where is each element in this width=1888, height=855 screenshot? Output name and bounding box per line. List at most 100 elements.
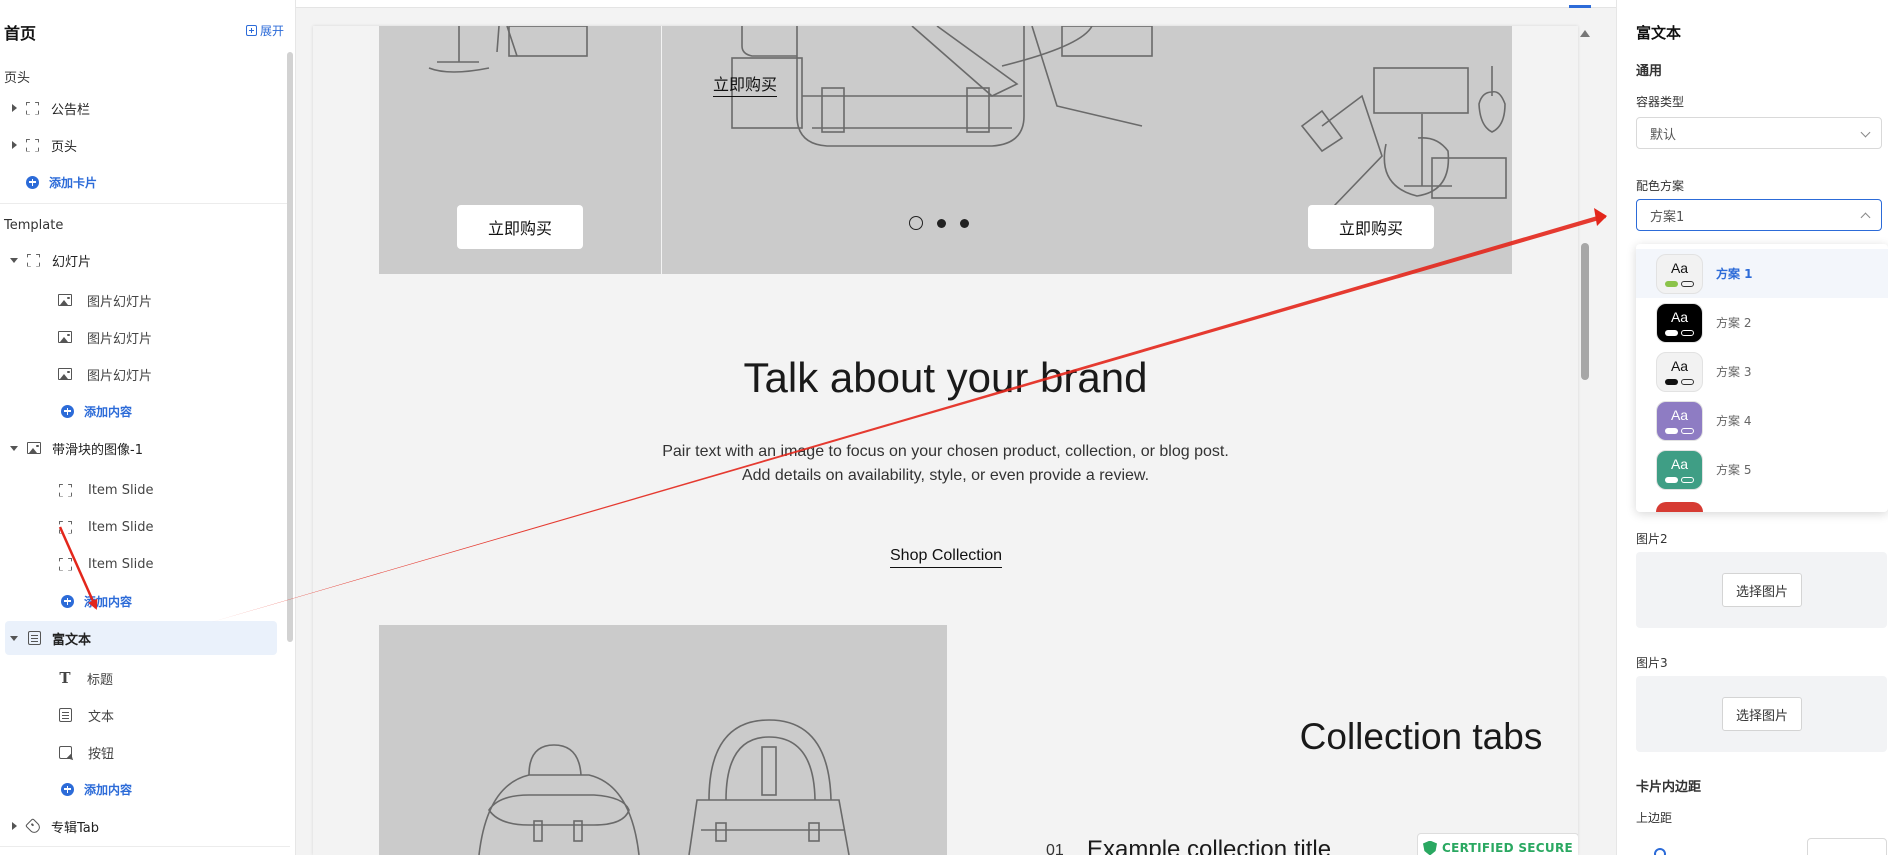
swatch-pill — [1665, 427, 1678, 434]
scheme-swatch: Aa — [1656, 449, 1703, 490]
swatch-pill — [1665, 329, 1678, 336]
caret-down-icon[interactable] — [10, 445, 18, 451]
add-card-label: 添加卡片 — [49, 175, 98, 190]
tree-item-item-slide[interactable]: Item Slide — [0, 474, 280, 506]
tree-item-label: Item Slide — [88, 556, 154, 572]
scheme-option-4[interactable]: Aa 方案 4 — [1636, 396, 1888, 445]
layers-sidebar: 首页 展开 页头 公告栏 页头 添加卡片 Template 幻灯片 图片幻灯片 … — [0, 0, 296, 855]
caret-right-icon[interactable] — [12, 104, 17, 112]
heading-icon: T — [59, 669, 71, 687]
section-frame-icon — [59, 521, 72, 534]
scheme-swatch: Aa — [1656, 400, 1703, 441]
certified-secure-label: CERTIFIED SECURE — [1442, 841, 1573, 855]
add-content-button[interactable]: 添加内容 — [0, 773, 280, 805]
tree-item-label: 标题 — [87, 672, 114, 688]
image-icon — [58, 368, 72, 380]
certified-secure-badge: CERTIFIED SECURE — [1417, 833, 1578, 855]
container-type-select[interactable]: 默认 — [1636, 117, 1882, 149]
slide-dot-active[interactable] — [909, 216, 923, 230]
tree-item-announcement-bar[interactable]: 公告栏 — [0, 92, 280, 124]
swatch-aa-text: Aa — [1670, 357, 1689, 374]
tree-item-label: 页头 — [51, 139, 78, 155]
scheme-option-5[interactable]: Aa 方案 5 — [1636, 445, 1888, 494]
tree-item-item-slide[interactable]: Item Slide — [0, 511, 280, 543]
caret-down-icon[interactable] — [10, 257, 18, 263]
swatch-pill-outline — [1681, 378, 1694, 385]
top-padding-slider-handle[interactable] — [1654, 848, 1666, 855]
chevron-up-icon — [1860, 212, 1871, 223]
tree-item-image-slide[interactable]: 图片幻灯片 — [0, 284, 280, 316]
brand-text-line1: Pair text with an image to focus on your… — [662, 443, 1229, 460]
text-icon — [59, 708, 72, 722]
tree-item-slideshow[interactable]: 幻灯片 — [0, 244, 280, 276]
scheme-option-1[interactable]: Aa 方案 1 — [1636, 249, 1888, 298]
plus-circle-icon — [61, 404, 74, 418]
tree-item-image-slider[interactable]: 带滑块的图像-1 — [0, 432, 280, 464]
tree-item-collection-tab[interactable]: 专辑Tab — [0, 810, 280, 842]
expand-button[interactable]: 展开 — [246, 22, 284, 39]
tree-item-label: 公告栏 — [51, 102, 91, 118]
slide-dot[interactable] — [937, 218, 946, 228]
swatch-aa-text: Aa — [1670, 455, 1689, 472]
swatch-pill — [1665, 476, 1678, 483]
scheme-option-label: 方案 5 — [1716, 463, 1752, 477]
expand-label: 展开 — [260, 24, 285, 38]
add-content-label: 添加内容 — [84, 594, 133, 609]
tree-item-text[interactable]: 文本 — [0, 699, 280, 731]
choose-image2-button[interactable]: 选择图片 — [1722, 573, 1802, 607]
choose-image3-button[interactable]: 选择图片 — [1722, 697, 1802, 731]
caret-down-icon[interactable] — [10, 635, 18, 641]
collection-item-title[interactable]: Example collection title — [1087, 836, 1331, 855]
shop-collection-link[interactable]: Shop Collection — [890, 547, 1003, 568]
slide-buy-button-left[interactable]: 立即购买 — [457, 205, 583, 249]
scheme-swatch: Aa — [1656, 351, 1703, 392]
image2-label: 图片2 — [1636, 532, 1668, 546]
caret-right-icon[interactable] — [12, 141, 17, 149]
collection-image — [379, 625, 947, 855]
tree-item-image-slide[interactable]: 图片幻灯片 — [0, 358, 280, 390]
scheme-option-2[interactable]: Aa 方案 2 — [1636, 298, 1888, 347]
slide-pagination — [909, 216, 969, 230]
preview-toolbar — [296, 0, 1616, 8]
sidebar-scrollbar[interactable] — [287, 52, 293, 642]
panel-general-heading: 通用 — [1636, 64, 1663, 79]
tree-item-button[interactable]: 按钮 — [0, 736, 280, 768]
brand-text-line2: Add details on availability, style, or e… — [741, 467, 1150, 484]
swatch-aa-text: Aa — [1670, 406, 1689, 423]
preview-scroll-thumb[interactable] — [1581, 243, 1589, 380]
scheme-swatch: Aa — [1656, 253, 1703, 294]
slide-buy-button-right[interactable]: 立即购买 — [1308, 205, 1434, 249]
plus-circle-icon — [26, 175, 39, 189]
scheme-option-3[interactable]: Aa 方案 3 — [1636, 347, 1888, 396]
image-icon — [27, 442, 41, 454]
tree-item-label: 富文本 — [52, 632, 92, 648]
scheme-option-6-peek[interactable] — [1656, 502, 1703, 512]
scheme-option-label: 方案 3 — [1716, 365, 1752, 379]
add-content-button[interactable]: 添加内容 — [0, 585, 280, 617]
swatch-pill-outline — [1681, 427, 1694, 434]
tree-item-item-slide[interactable]: Item Slide — [0, 548, 280, 580]
top-padding-input[interactable] — [1807, 838, 1887, 855]
tree-item-heading[interactable]: T 标题 — [0, 662, 280, 694]
container-type-label: 容器类型 — [1636, 95, 1685, 109]
color-scheme-dropdown: Aa 方案 1 Aa 方案 2 Aa 方案 3 Aa 方案 4 Aa 方案 5 — [1636, 244, 1888, 512]
add-card-button[interactable]: 添加卡片 — [0, 166, 280, 198]
section-frame-icon — [26, 102, 39, 115]
color-scheme-select[interactable]: 方案1 — [1636, 199, 1882, 231]
section-frame-icon — [27, 254, 40, 267]
divider — [0, 203, 290, 204]
slide-dot[interactable] — [960, 218, 969, 228]
tree-item-rich-text[interactable]: 富文本 — [5, 621, 277, 655]
tree-item-label: 文本 — [88, 709, 115, 725]
container-type-value: 默认 — [1650, 127, 1677, 143]
preview-scrollbar[interactable] — [1579, 28, 1590, 855]
tree-item-label: 图片幻灯片 — [87, 294, 153, 310]
backpack-illustration — [478, 719, 850, 855]
add-content-button[interactable]: 添加内容 — [0, 395, 280, 427]
slide-buy-link[interactable]: 立即购买 — [713, 71, 778, 97]
tree-item-header[interactable]: 页头 — [0, 129, 280, 161]
tree-item-image-slide[interactable]: 图片幻灯片 — [0, 321, 280, 353]
scroll-up-icon[interactable] — [1580, 30, 1590, 37]
expand-icon — [246, 25, 257, 36]
caret-right-icon[interactable] — [12, 822, 17, 830]
